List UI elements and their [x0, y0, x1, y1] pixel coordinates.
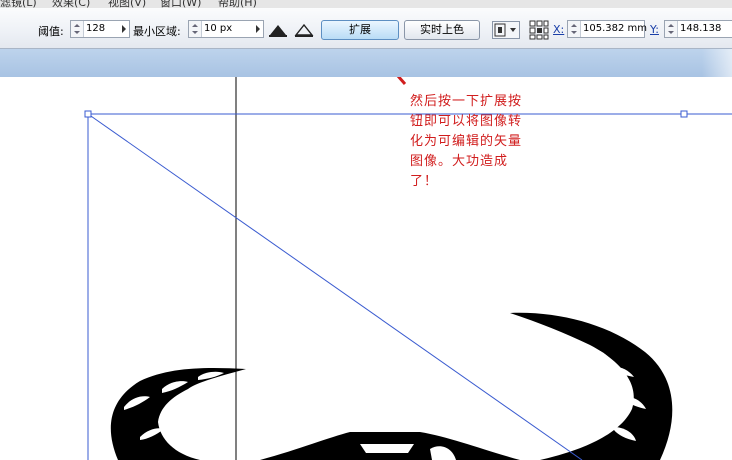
- min-area-input[interactable]: 10 px: [188, 20, 264, 38]
- threshold-input[interactable]: 128: [70, 20, 130, 38]
- artboard-canvas[interactable]: [0, 77, 732, 460]
- y-position-value[interactable]: 148.138: [680, 23, 721, 34]
- annotation-arrow: [396, 77, 407, 85]
- menu-item-effect[interactable]: 效果(C): [52, 0, 90, 8]
- artwork-svg: [84, 77, 732, 460]
- menu-item-help[interactable]: 帮助(H): [218, 0, 257, 8]
- threshold-slider-toggle-icon[interactable]: [122, 25, 126, 33]
- min-area-stepper[interactable]: [189, 21, 202, 37]
- tutorial-annotation: 然后按一下扩展按钮即可以将图像转化为可编辑的矢量图像。大功造成了！: [410, 94, 523, 189]
- x-position-stepper[interactable]: [568, 21, 581, 37]
- menu-item-window[interactable]: 窗口(W): [160, 0, 201, 8]
- fill-mode-icon[interactable]: [268, 22, 288, 38]
- min-area-slider-toggle-icon[interactable]: [256, 25, 260, 33]
- stroke-mode-icon[interactable]: [294, 22, 314, 38]
- x-label[interactable]: X:: [553, 23, 564, 36]
- document-tab-bar: [0, 49, 732, 77]
- expand-button[interactable]: 扩展: [321, 20, 399, 40]
- menu-item-filter[interactable]: 滤镜(L): [0, 0, 37, 8]
- selection-handle-top-right[interactable]: [680, 110, 688, 118]
- y-position-stepper[interactable]: [665, 21, 678, 37]
- selection-handle-top-left[interactable]: [84, 110, 92, 118]
- x-position-input[interactable]: 105.382 mm: [567, 20, 647, 38]
- y-position-input[interactable]: 148.138: [664, 20, 732, 38]
- menu-item-view[interactable]: 视图(V): [108, 0, 146, 8]
- min-area-label: 最小区域:: [133, 25, 181, 38]
- y-label[interactable]: Y:: [650, 23, 659, 36]
- x-position-value[interactable]: 105.382 mm: [583, 23, 647, 34]
- menu-bar: 滤镜(L) 效果(C) 视图(V) 窗口(W) 帮助(H): [0, 0, 732, 8]
- threshold-label: 阈值:: [38, 25, 64, 38]
- threshold-stepper[interactable]: [71, 21, 84, 37]
- min-area-value[interactable]: 10 px: [204, 23, 232, 34]
- control-toolbar: 阈值: 128 最小区域: 10 px 扩展 实时上色 X: 105.382 m…: [0, 8, 732, 49]
- live-paint-button[interactable]: 实时上色: [404, 20, 480, 40]
- threshold-value[interactable]: 128: [86, 23, 105, 34]
- ox-horns-artwork[interactable]: [110, 312, 673, 460]
- transform-reference-icon[interactable]: [492, 21, 520, 39]
- reference-point-icon[interactable]: [529, 20, 549, 40]
